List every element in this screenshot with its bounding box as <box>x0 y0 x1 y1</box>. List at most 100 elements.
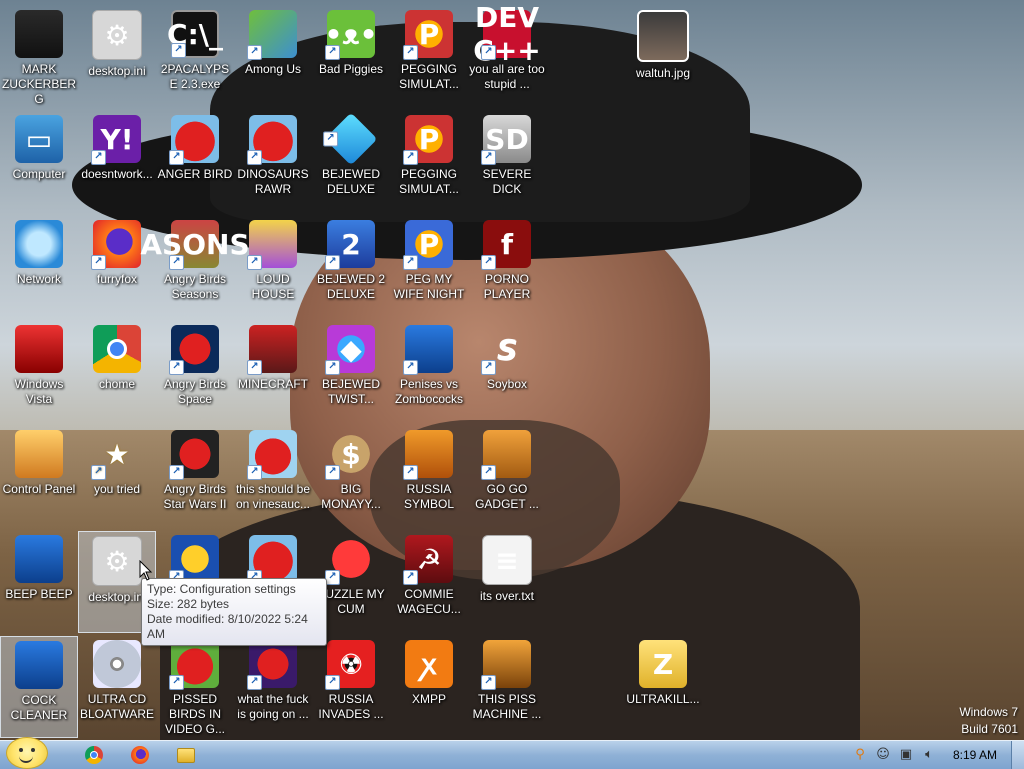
desktop-icon-label: COCK CLEANER <box>10 693 68 722</box>
desktop-icon[interactable]: chome <box>78 321 156 423</box>
desktop[interactable]: MARK ZUCKERBERG ⚙ desktop.ini C:\_ ↗ 2PACALYP… <box>0 0 1024 740</box>
shortcut-arrow-icon: ↗ <box>403 360 418 375</box>
desktop-icon[interactable]: P ↗ PEG MY WIFE NIGHT <box>390 216 468 318</box>
tooltip-modified: Date modified: 8/10/2022 5:24 AM <box>147 612 308 641</box>
desktop-icon[interactable]: ↗ DINOSAURS RAWR <box>234 111 312 213</box>
desktop-icon[interactable]: S ↗ Soybox <box>468 321 546 423</box>
among-us-icon: ↗ <box>247 10 297 60</box>
desktop-icon[interactable]: ↗ THIS PISS MACHINE ... <box>468 636 546 738</box>
desktop-icon-label: 2PACALYPSE 2.3.exe <box>160 62 230 91</box>
desktop-icon[interactable]: ↗ PISSED BIRDS IN VIDEO G... <box>156 636 234 738</box>
taskbar-chrome-button[interactable] <box>74 742 114 768</box>
desktop-icon[interactable]: ↗ ANGER BIRD <box>156 111 234 213</box>
desktop-icon[interactable]: ASONS ↗ Angry Birds Seasons <box>140 216 250 318</box>
desktop-icon[interactable]: ULTRA CD BLOATWARE <box>78 636 156 738</box>
desktop-icon[interactable]: DEV C++ ↗ you all are too stupid ... <box>468 1 546 108</box>
volume-icon[interactable]: 🔈︎ <box>921 747 937 763</box>
search-magnifier-icon[interactable]: ⚲ <box>852 747 868 763</box>
desktop-icon[interactable]: waltuh.jpg <box>624 6 702 108</box>
desktop-icon[interactable]: ꭗ XMPP <box>390 636 468 738</box>
desktop-icon-label: Angry Birds Space <box>163 377 227 406</box>
desktop-icon-label: ULTRAKILL... <box>626 692 700 706</box>
desktop-icon[interactable]: COCK CLEANER <box>0 636 78 738</box>
desktop-icon[interactable]: ⚙ desktop.ini <box>78 6 156 108</box>
bejeweled-2-icon: 2 ↗ <box>325 220 375 270</box>
shortcut-arrow-icon: ↗ <box>91 150 106 165</box>
desktop-icon[interactable]: ↗ Penises vs Zombococks <box>390 321 468 423</box>
desktop-icon[interactable]: ↗ Angry Birds Star Wars II <box>156 426 234 528</box>
icon-glyph: ꭗ <box>421 648 437 681</box>
taskbar-clock[interactable]: 8:19 AM <box>953 748 997 762</box>
sd-gear-icon: SD ↗ <box>481 115 531 165</box>
desktop-icon[interactable]: BEEP BEEP <box>0 531 78 633</box>
start-button[interactable] <box>6 737 48 769</box>
tray-smiley-icon[interactable]: ☺ <box>875 747 891 763</box>
desktop-icon[interactable]: $ ↗ BIG MONAYY... <box>312 426 390 528</box>
desktop-icon[interactable]: ≡ its over.txt <box>468 531 546 633</box>
angry-birds-icon: ↗ <box>247 430 297 480</box>
shortcut-arrow-icon: ↗ <box>325 45 340 60</box>
computer-icon: ▭ <box>15 115 63 163</box>
desktop-icon[interactable]: f ↗ PORNO PLAYER <box>468 216 546 318</box>
desktop-icon[interactable]: 2 ↗ BEJEWED 2 DELUXE <box>312 216 390 318</box>
desktop-icon[interactable]: ◆ ↗ BEJEWED TWIST... <box>312 321 390 423</box>
desktop-icon[interactable]: Z ULTRAKILL... <box>624 636 702 738</box>
start-smiley-mouth-icon <box>19 755 33 763</box>
angry-birds-seasons-icon: ASONS ↗ <box>140 220 250 270</box>
desktop-icon-label: Bad Piggies <box>318 62 384 76</box>
desktop-icon[interactable]: ★ ↗ you tried <box>78 426 156 528</box>
tooltip-type: Type: Configuration settings <box>147 582 296 596</box>
desktop-icon[interactable]: ↗ this should be on vinesauc... <box>234 426 312 528</box>
taskbar: ⚲ ☺ ▣ 🔈︎ 8:19 AM <box>0 737 1024 769</box>
icon-glyph: ▭ <box>25 122 53 156</box>
desktop-icon[interactable]: ↗ GO GO GADGET ... <box>468 426 546 528</box>
desktop-icon[interactable]: ↗ MINECRAFT <box>234 321 312 423</box>
commie-logo-icon: ☭ ↗ <box>403 535 453 585</box>
control-panel-icon <box>15 430 63 478</box>
shortcut-arrow-icon: ↗ <box>481 675 496 690</box>
gold-star-icon: ★ ↗ <box>91 430 141 480</box>
start-smiley-eye-icon <box>19 748 23 752</box>
desktop-icon[interactable]: MARK ZUCKERBERG <box>0 6 78 108</box>
desktop-icon-label: PISSED BIRDS IN VIDEO G... <box>164 692 225 736</box>
desktop-icon[interactable]: •ᴥ• ↗ Bad Piggies <box>312 6 390 108</box>
money-bag-icon: $ ↗ <box>325 430 375 480</box>
taskbar-firefox-button[interactable] <box>120 742 160 768</box>
icon-glyph: ☢ <box>338 647 364 681</box>
desktop-icon-label: desktop.ini <box>88 64 146 78</box>
desktop-icon[interactable]: ☢ ↗ RUSSIA INVADES ... <box>312 636 390 738</box>
desktop-icon[interactable]: ☭ ↗ COMMIE WAGECU... <box>390 531 468 633</box>
desktop-icon-label: what the fuck is going on ... <box>237 692 309 721</box>
shortcut-arrow-icon: ↗ <box>403 465 418 480</box>
desktop-icon[interactable]: C:\_ ↗ 2PACALYPSE 2.3.exe <box>156 6 234 108</box>
network-status-icon[interactable]: ▣ <box>898 747 914 763</box>
desktop-icon[interactable]: Y! ↗ doesntwork... <box>78 111 156 213</box>
mouse-cursor-icon <box>139 560 153 581</box>
show-desktop-button[interactable] <box>1011 741 1024 769</box>
taskbar-explorer-button[interactable] <box>166 742 206 768</box>
desktop-icon-label: you tried <box>93 482 141 496</box>
bad-piggies-icon: •ᴥ• ↗ <box>324 10 378 60</box>
desktop-icon[interactable]: ↗ Angry Birds Space <box>156 321 234 423</box>
desktop-icon[interactable]: P ↗ PEGGING SIMULAT... <box>390 111 468 213</box>
desktop-icon-label: DINOSAURS RAWR <box>237 167 309 196</box>
desktop-icon[interactable]: SD ↗ SEVERE DICK <box>468 111 546 213</box>
desktop-icon[interactable]: ↗ LOUD HOUSE <box>234 216 312 318</box>
shortcut-arrow-icon: ↗ <box>325 675 340 690</box>
desktop-icon-label: Network <box>16 272 61 286</box>
desktop-icon[interactable]: Network <box>0 216 78 318</box>
shortcut-arrow-icon: ↗ <box>325 465 340 480</box>
desktop-icon[interactable]: P ↗ PEGGING SIMULAT... <box>390 6 468 108</box>
desktop-icon-label: BEJEWED DELUXE <box>321 167 380 196</box>
desktop-icon[interactable]: ↗ what the fuck is going on ... <box>234 636 312 738</box>
file-tooltip: Type: Configuration settings Size: 282 b… <box>141 578 327 646</box>
desktop-icon[interactable]: ▭ Computer <box>0 111 78 213</box>
desktop-icon-label: doesntwork... <box>81 167 153 181</box>
desktop-icon[interactable]: Windows Vista <box>0 321 78 423</box>
icon-glyph: P <box>418 122 440 156</box>
desktop-icon[interactable]: Control Panel <box>0 426 78 528</box>
radiation-icon: ☢ ↗ <box>325 640 375 690</box>
desktop-icon[interactable]: ↗ RUSSIA SYMBOL <box>390 426 468 528</box>
desktop-icon[interactable]: ↗ BEJEWED DELUXE <box>312 111 390 213</box>
desktop-icon[interactable]: ↗ Among Us <box>234 6 312 108</box>
